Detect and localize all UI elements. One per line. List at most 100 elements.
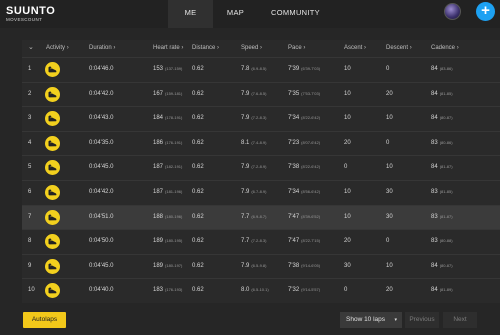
cell-range: (7'53-7'03) [301, 90, 321, 96]
cell-value: 0:04'51.0 [89, 213, 114, 220]
cell-asc: 10 [344, 66, 351, 72]
cell-value: 7.9 [241, 90, 250, 97]
cell-dur: 0:04'40.0 [89, 287, 114, 293]
cell-dist: 0.62 [192, 238, 204, 244]
avatar[interactable] [444, 3, 461, 20]
cell-cad: 83 (81-85) [431, 189, 453, 195]
col-distance[interactable]: Distance › [192, 45, 219, 51]
col-descent[interactable]: Descent › [386, 45, 412, 51]
cell-range: (176-191) [165, 139, 183, 145]
add-button[interactable]: + [476, 2, 495, 21]
cell-asc: 0 [344, 164, 347, 170]
tab-me[interactable]: ME [168, 0, 213, 28]
cell-value: 0:04'50.0 [89, 238, 114, 245]
expand-all-chevron-icon[interactable]: ⌄ [28, 43, 34, 51]
running-shoe-icon [45, 86, 60, 102]
autolaps-button[interactable]: Autolaps [23, 312, 66, 328]
chevron-right-icon: › [260, 45, 263, 51]
cell-value: 153 [153, 66, 164, 72]
cell-dur: 0:04'42.0 [89, 189, 114, 195]
cell-range: (6.5-10.1) [251, 287, 269, 293]
running-shoe-icon [45, 234, 60, 250]
col-descent-label: Descent [386, 45, 409, 51]
cell-range: (80-86) [439, 139, 453, 145]
col-distance-label: Distance [192, 45, 216, 51]
cell-range: (176-193) [165, 287, 183, 293]
top-bar: SUUNTO MOVESCOUNT ME MAP COMMUNITY + [0, 0, 500, 28]
cell-dist: 0.62 [192, 287, 204, 293]
table-row[interactable]: 4 0:04'35.0 186 (176-191) 0.62 8.1 (7.4-8.9) 7'… [22, 130, 500, 156]
col-pace-label: Pace [288, 45, 302, 51]
cell-value: 0.62 [192, 287, 204, 294]
cell-desc: 0 [386, 140, 389, 146]
next-button[interactable]: Next [443, 312, 477, 328]
suunto-logo[interactable]: SUUNTO MOVESCOUNT [6, 6, 55, 23]
cell-value: 0:04'43.0 [89, 115, 114, 122]
cell-value: 0.62 [192, 188, 204, 195]
table-row[interactable]: 3 0:04'43.0 184 (178-191) 0.62 7.9 (7.2-8.3) 7'… [22, 106, 500, 131]
cell-range: (159-181) [165, 90, 183, 96]
col-duration[interactable]: Duration › [89, 45, 115, 51]
cell-pace: 7'23 (8'07-6'42) [288, 140, 320, 146]
cell-range: (6.9-8.5) [251, 66, 267, 71]
table-row[interactable]: 10 0:04'40.0 183 (176-193) 0.62 8.0 (6.5-10.1)… [22, 278, 500, 303]
cell-pace: 7'38 (8'22-6'42) [288, 164, 320, 170]
cell-value: 84 [431, 66, 438, 72]
table-row[interactable]: 1 0:04'46.0 153 (137-159) 0.62 7.8 (6.9-8.5) 7'… [22, 57, 500, 82]
cell-value: 10 [386, 164, 393, 171]
cell-value: 83 [431, 238, 438, 245]
brand-name: SUUNTO [6, 5, 56, 17]
col-pace[interactable]: Pace › [288, 45, 305, 51]
cell-asc: 0 [344, 287, 347, 293]
show-laps-select[interactable]: Show 10 laps ▾ [340, 312, 402, 328]
tab-map[interactable]: MAP [213, 0, 258, 28]
cell-asc: 10 [344, 91, 351, 97]
cell-value: 30 [386, 188, 393, 195]
col-ascent[interactable]: Ascent › [344, 45, 366, 51]
cell-spd: 7.9 (7.6-8.5) [241, 91, 266, 97]
cell-value: 7'38 [288, 262, 300, 269]
table-row[interactable]: 2 0:04'42.0 167 (159-181) 0.62 7.9 (7.6-8.5) 7'… [22, 81, 500, 107]
cell-value: 20 [386, 90, 393, 97]
col-heart-rate[interactable]: Heart rate › [153, 45, 183, 51]
table-row[interactable]: 6 0:04'42.0 187 (181-196) 0.62 7.9 (6.7-8.9) 7'… [22, 179, 500, 205]
cell-dur: 0:04'35.0 [89, 140, 114, 146]
table-row[interactable]: 5 0:04'45.0 187 (182-191) 0.62 7.9 (7.2-8.9) 7'… [22, 155, 500, 180]
lap-number: 4 [28, 139, 32, 146]
cell-value: 20 [344, 238, 351, 245]
col-cadence[interactable]: Cadence › [431, 45, 459, 51]
cell-asc: 10 [344, 115, 351, 121]
cell-range: (81-87) [439, 164, 453, 170]
cell-value: 0.62 [192, 164, 204, 171]
cell-value: 8.1 [241, 139, 250, 146]
lap-number: 8 [28, 238, 32, 245]
cell-value: 84 [431, 164, 438, 171]
cell-dist: 0.62 [192, 189, 204, 195]
cell-desc: 10 [386, 263, 393, 269]
table-row[interactable]: 7 0:04'51.0 188 (180-196) 0.62 7.7 (6.9-8.7) 7'… [22, 204, 500, 230]
table-row[interactable]: 9 0:04'45.0 189 (180-197) 0.62 7.9 (6.5-9.8) 7'… [22, 253, 500, 279]
cell-hr: 188 (180-196) [153, 214, 182, 220]
running-shoe-icon [45, 135, 60, 151]
col-speed[interactable]: Speed › [241, 45, 262, 51]
cell-spd: 7.7 (6.9-8.7) [241, 214, 266, 220]
cell-range: (80-88) [439, 238, 453, 244]
cell-value: 0 [386, 139, 390, 146]
cell-value: 0.62 [192, 66, 204, 72]
cell-value: 84 [431, 287, 438, 294]
cell-range: (81-89) [439, 287, 453, 293]
cell-value: 187 [153, 188, 164, 195]
col-activity[interactable]: Activity › [46, 45, 69, 51]
cell-dist: 0.62 [192, 164, 204, 170]
cell-value: 10 [344, 90, 351, 97]
cell-hr: 183 (176-193) [153, 287, 182, 293]
cell-range: (80-87) [439, 262, 453, 268]
cell-cad: 84 (80-87) [431, 263, 453, 269]
cell-dur: 0:04'51.0 [89, 214, 114, 220]
table-row[interactable]: 8 0:04'50.0 189 (180-195) 0.62 7.7 (7.2-8.3) 7'… [22, 229, 500, 254]
cell-value: 83 [431, 213, 438, 220]
previous-button[interactable]: Previous [405, 312, 439, 328]
tab-community[interactable]: COMMUNITY [258, 0, 333, 28]
running-shoe-icon [45, 160, 60, 176]
cell-dist: 0.62 [192, 140, 204, 146]
